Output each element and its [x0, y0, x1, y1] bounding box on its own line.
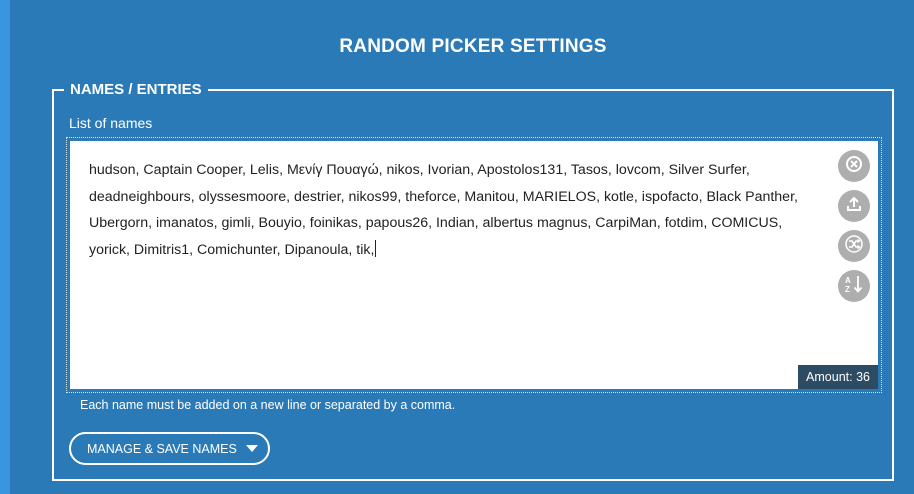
amount-label: Amount: — [806, 370, 853, 384]
svg-text:A: A — [845, 276, 851, 285]
sort-az-icon: A Z — [843, 273, 865, 300]
shuffle-button[interactable] — [838, 230, 870, 262]
amount-badge: Amount: 36 — [798, 365, 878, 389]
fieldset-legend: NAMES / ENTRIES — [64, 80, 208, 100]
clear-icon — [844, 154, 864, 179]
sort-az-button[interactable]: A Z — [838, 270, 870, 302]
names-text-value: hudson, Captain Cooper, Lelis, Μενίγ Που… — [89, 162, 798, 258]
svg-text:Z: Z — [845, 285, 850, 294]
manage-save-names-button[interactable]: MANAGE & SAVE NAMES — [69, 432, 270, 465]
names-text-content: hudson, Captain Cooper, Lelis, Μενίγ Που… — [89, 157, 824, 263]
clear-button[interactable] — [838, 150, 870, 182]
text-cursor — [375, 239, 377, 257]
names-textarea[interactable]: hudson, Captain Cooper, Lelis, Μενίγ Που… — [70, 141, 878, 389]
helper-text: Each name must be added on a new line or… — [80, 398, 456, 412]
shuffle-icon — [844, 234, 864, 259]
page-title: RANDOM PICKER SETTINGS — [339, 36, 607, 57]
chevron-down-icon — [245, 445, 258, 452]
left-accent-strip — [0, 0, 10, 494]
amount-value: 36 — [856, 370, 870, 384]
manage-save-names-label: MANAGE & SAVE NAMES — [87, 441, 237, 456]
list-of-names-label: List of names — [69, 115, 153, 131]
upload-button[interactable] — [838, 190, 870, 222]
upload-icon — [845, 195, 863, 218]
names-textarea-frame: hudson, Captain Cooper, Lelis, Μενίγ Που… — [66, 137, 882, 393]
